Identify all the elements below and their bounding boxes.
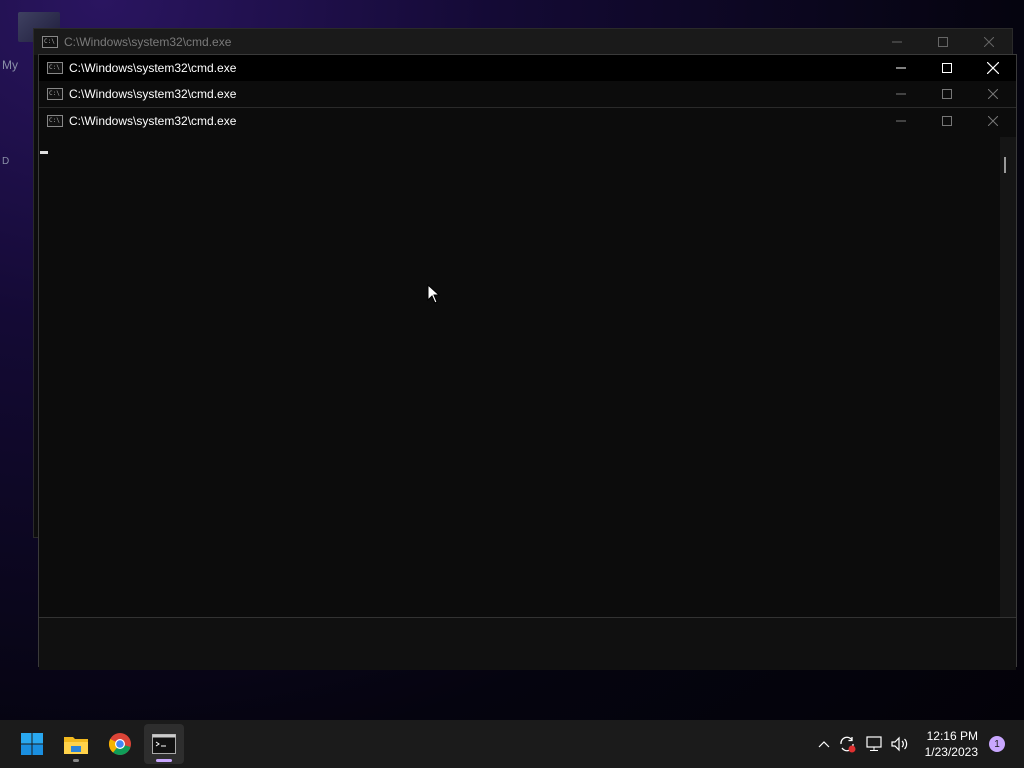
window-titlebar[interactable]: C:\ C:\Windows\system32\cmd.exe <box>39 55 1016 81</box>
cmd-icon: C:\ <box>47 115 63 127</box>
text-cursor <box>40 151 48 154</box>
cmd-icon: C:\ <box>47 62 63 74</box>
close-button[interactable] <box>966 29 1012 55</box>
close-button[interactable] <box>970 108 1016 134</box>
cmd-icon: C:\ <box>42 36 58 48</box>
window-title: C:\Windows\system32\cmd.exe <box>69 61 237 75</box>
chrome-icon <box>108 733 131 755</box>
window-titlebar[interactable]: C:\ C:\Windows\system32\cmd.exe <box>34 29 1012 55</box>
start-button[interactable] <box>12 724 52 764</box>
taskbar: 12:16 PM 1/23/2023 <box>0 720 1024 768</box>
window-title: C:\Windows\system32\cmd.exe <box>69 87 237 101</box>
clock-time: 12:16 PM <box>926 729 978 743</box>
window-title: C:\Windows\system32\cmd.exe <box>64 35 232 49</box>
sync-tray-button[interactable] <box>836 720 858 768</box>
file-explorer-button[interactable] <box>56 724 96 764</box>
maximize-button[interactable] <box>924 108 970 134</box>
show-hidden-icons-button[interactable] <box>814 720 834 768</box>
notification-badge[interactable]: 1 <box>989 736 1005 752</box>
command-prompt-icon <box>152 734 176 754</box>
minimize-button[interactable] <box>878 55 924 81</box>
mouse-pointer-icon <box>427 284 441 304</box>
terminal-area[interactable] <box>39 137 1016 617</box>
bottom-panel <box>39 617 1016 670</box>
maximize-button[interactable] <box>924 81 970 107</box>
window-titlebar[interactable]: C:\ C:\Windows\system32\cmd.exe <box>39 107 1016 134</box>
window-title: C:\Windows\system32\cmd.exe <box>69 114 237 128</box>
minimize-button[interactable] <box>874 29 920 55</box>
chevron-up-icon <box>818 741 830 748</box>
scrollbar-thumb[interactable] <box>1004 157 1006 173</box>
clock-date: 1/23/2023 <box>924 745 978 759</box>
volume-tray-button[interactable] <box>889 720 911 768</box>
volume-icon <box>891 736 908 752</box>
network-tray-button[interactable] <box>864 720 886 768</box>
chrome-button[interactable] <box>100 724 140 764</box>
active-indicator <box>156 759 172 762</box>
maximize-button[interactable] <box>920 29 966 55</box>
clock[interactable]: 12:16 PM 1/23/2023 <box>925 728 978 760</box>
desktop-label: D <box>2 156 10 167</box>
maximize-button[interactable] <box>924 55 970 81</box>
desktop-label: My <box>2 58 18 72</box>
cmd-icon: C:\ <box>47 88 63 100</box>
cmd-window-active[interactable]: C:\ C:\Windows\system32\cmd.exe C:\ C:\W… <box>38 54 1017 670</box>
scrollbar[interactable] <box>1000 137 1016 617</box>
network-icon <box>866 736 882 751</box>
close-button[interactable] <box>970 81 1016 107</box>
command-prompt-button[interactable] <box>144 724 184 764</box>
sync-icon <box>840 736 856 753</box>
start-icon <box>21 733 43 755</box>
minimize-button[interactable] <box>878 81 924 107</box>
minimize-button[interactable] <box>878 108 924 134</box>
window-titlebar[interactable]: C:\ C:\Windows\system32\cmd.exe <box>39 81 1016 107</box>
running-indicator <box>73 759 79 762</box>
close-button[interactable] <box>970 55 1016 81</box>
file-explorer-icon <box>64 737 88 754</box>
